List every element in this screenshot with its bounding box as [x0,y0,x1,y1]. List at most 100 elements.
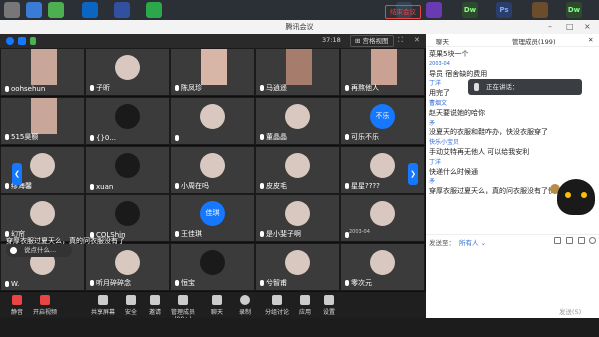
video-tile[interactable] [170,96,255,145]
send-button[interactable]: 发送(S) [559,306,581,316]
toolbar-label: 邀请 [148,309,161,316]
file-icon[interactable] [578,237,585,244]
video-tile[interactable]: oohsehun [0,48,85,96]
participant-name-text: 子昕 [96,84,110,92]
shield-icon[interactable] [18,37,26,45]
app-icon[interactable] [532,2,548,18]
avatar [285,201,310,227]
video-tile[interactable]: 515昊颢 [0,96,85,145]
sender-name: 丁洋 [429,158,442,166]
participant-name-text: 是小斐子啊 [266,230,301,239]
participant-name-text: 陈凤珍 [181,84,202,92]
more-icon[interactable] [589,237,596,244]
message-text: 导员 宿舍缺的费用 [429,69,488,78]
participant-name: 是小斐子啊 [260,229,301,239]
gear-button[interactable]: 设置 [314,295,344,316]
avatar [200,152,225,178]
visual-studio-icon[interactable] [426,2,442,18]
quick-chat-input[interactable]: 说点什么... [6,244,72,257]
participant-name: 陈凤珍 [175,83,202,93]
participant-name-text: 王佳琪 [181,230,202,239]
invite-button[interactable]: 邀请 [140,295,170,316]
video-tile[interactable]: 零次元 [340,243,425,292]
share-screen-icon [98,295,108,305]
meeting-header: 37:18 ⊞ 宫格视图 ⛶ ✕ [0,34,426,48]
video-tile[interactable]: 听月碎碎念 [85,243,170,292]
camera-off-button[interactable]: 开启视频 [30,295,60,316]
emoji-icon[interactable] [554,237,561,244]
avatar [200,103,225,129]
video-tile[interactable]: 子昕 [85,48,170,96]
gallery-view-button[interactable]: ⊞ 宫格视图 [350,35,394,47]
sender-name: 曹烟文 [429,99,448,107]
photoshop-icon[interactable]: Ps [496,2,512,18]
app-icon[interactable] [82,2,98,18]
fullscreen-icon[interactable]: ⛶ [398,36,403,45]
video-tile[interactable]: 马逍遥 [255,48,340,96]
close-icon[interactable]: ✕ [588,36,593,44]
avatar [371,49,397,85]
video-tile[interactable]: 再熬他人 [340,48,425,96]
toolbar-label: 安全 [124,309,137,316]
toolbar-label: 分组讨论 [264,309,289,316]
desktop-icon-strip: Dw Ps Dw [0,0,599,20]
close-icon[interactable]: ✕ [414,36,420,44]
minimize-button[interactable]: – [548,20,552,34]
avatar [30,201,55,227]
sender-name: 矛 [429,178,436,186]
meeting-timer: 37:18 [322,36,341,44]
avatar [286,49,312,85]
video-tile[interactable]: xuan [85,145,170,194]
video-tile[interactable]: 董晶晶 [255,96,340,145]
app-icon[interactable] [114,2,130,18]
video-tile[interactable]: 不乐 可乐不乐 [340,96,425,145]
video-tile[interactable]: 皮皮毛 [255,145,340,194]
avatar [115,201,140,227]
wechat-icon[interactable] [146,2,162,18]
close-button[interactable]: × [584,20,591,34]
video-tile[interactable]: 陈凤珍 [170,48,255,96]
app-icon[interactable] [26,2,42,18]
end-meeting-button[interactable]: 结束会议 [385,5,421,19]
participant-name: 马逍遥 [260,83,287,93]
info-icon[interactable] [6,37,14,45]
image-icon[interactable] [566,237,573,244]
participant-name-text: 零次元 [351,279,372,288]
share-screen-button[interactable]: 共享屏幕 [88,295,118,316]
app-icon[interactable] [4,2,20,18]
video-tile[interactable]: 佳琪 王佳琪 [170,194,255,243]
maximize-button[interactable]: □ [566,20,574,34]
mic-icon [5,86,9,92]
participant-name-text: 皮皮毛 [266,181,287,190]
next-page-arrow[interactable]: ❯ [408,163,418,185]
mic-off-button[interactable]: 静音 [2,295,32,316]
group-button[interactable]: 分组讨论 [262,295,292,316]
participant-name: xuan [90,183,113,191]
send-to-bar: 发送至： 所有人 ⌄ [426,234,599,247]
video-tile[interactable]: {}0... [85,96,170,145]
chat-icon [212,295,222,305]
video-tile[interactable]: 恒宝 [170,243,255,292]
mic-icon [260,85,264,91]
mic-icon [260,133,264,140]
video-tile[interactable]: 是小斐子啊 [255,194,340,243]
video-tile[interactable]: 兮智甫 [255,243,340,292]
message-text: 手动艾特再无他人 可以给我安利 [429,147,530,156]
prev-page-arrow[interactable]: ❮ [12,163,22,185]
dreamweaver-icon[interactable]: Dw [462,2,478,18]
video-tile[interactable]: 2003-04 [340,194,425,243]
participant-name: 恒宝 [175,278,195,288]
chat-button[interactable]: 聊天 [202,295,232,316]
mic-icon [5,133,9,140]
tab-chat[interactable]: 聊天 [436,36,449,46]
dreamweaver-icon[interactable]: Dw [566,2,582,18]
participant-name: 星星???? [345,181,380,191]
chat-input[interactable] [426,246,599,306]
participant-name: {}0... [90,134,116,142]
record-icon [240,295,250,305]
video-tile[interactable]: 小周在吗 [170,145,255,194]
app-icon[interactable] [48,2,64,18]
record-button[interactable]: 录制 [230,295,260,316]
participant-name: 再熬他人 [345,83,379,93]
tab-members[interactable]: 管理成员(199) [512,36,555,46]
